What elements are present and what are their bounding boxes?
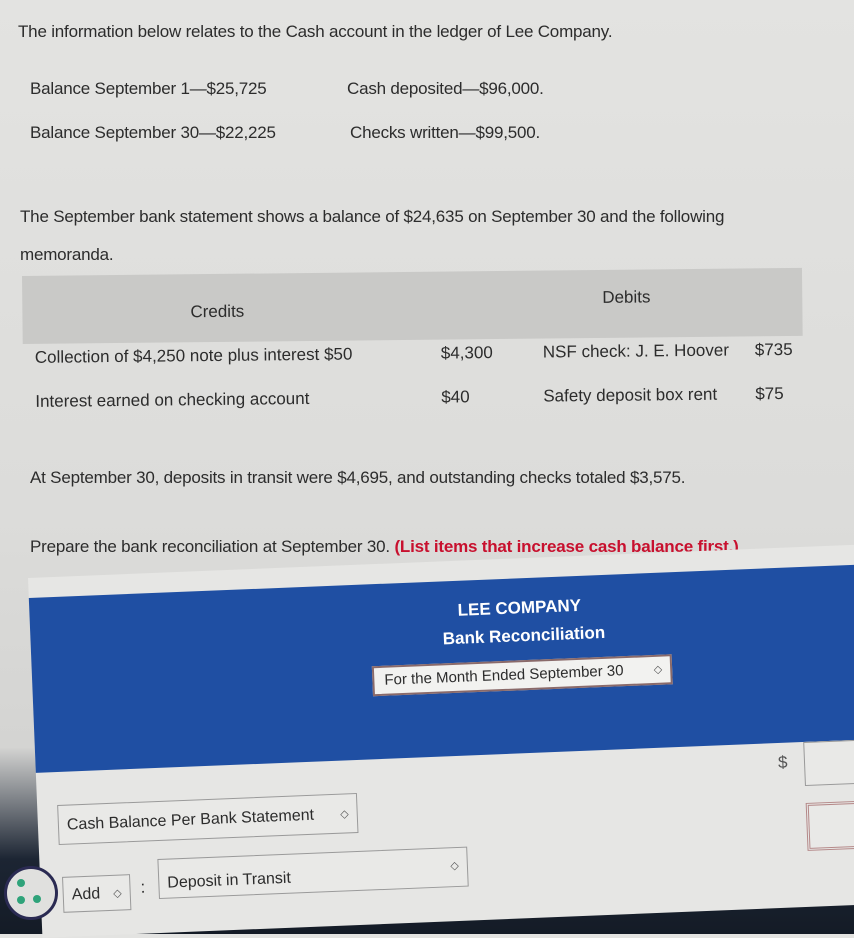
- balance-sep1: Balance September 1—$25,725: [30, 79, 267, 98]
- company-name: LEE COMPANY: [457, 595, 582, 620]
- credit-amount: $40: [441, 387, 470, 407]
- period-select-value: For the Month Ended September 30: [384, 662, 624, 689]
- currency-symbol: $: [777, 752, 788, 773]
- credits-header: Credits: [190, 301, 245, 322]
- credit-desc: Collection of $4,250 note plus interest …: [34, 344, 353, 367]
- form-header: LEE COMPANY Bank Reconciliation For the …: [28, 563, 854, 773]
- add-less-select-value: Add: [71, 885, 101, 904]
- adjustment-amount-input[interactable]: [805, 799, 854, 851]
- add-less-select[interactable]: Add ◇: [62, 874, 132, 913]
- balance-sep30: Balance September 30—$22,225: [30, 123, 276, 142]
- statement-text: The September bank statement shows a bal…: [20, 207, 725, 226]
- bank-balance-amount-input[interactable]: [803, 738, 854, 786]
- debit-amount: $735: [754, 339, 793, 360]
- credit-amount: $4,300: [440, 343, 493, 363]
- checks-written: Checks written—$99,500.: [350, 123, 541, 142]
- bank-balance-select-value: Cash Balance Per Bank Statement: [66, 806, 315, 834]
- updown-chevron-icon: ◇: [340, 808, 349, 821]
- debits-header: Debits: [602, 287, 651, 307]
- cookie-dot: [17, 896, 25, 904]
- reconciliation-form: LEE COMPANY Bank Reconciliation For the …: [28, 543, 854, 938]
- credit-desc: Interest earned on checking account: [35, 388, 310, 411]
- memoranda-table: Credits Debits Collection of $4,250 note…: [22, 267, 804, 436]
- transit-text: At September 30, deposits in transit wer…: [30, 468, 686, 487]
- updown-chevron-icon: ◇: [653, 663, 663, 676]
- updown-chevron-icon: ◇: [113, 887, 122, 900]
- colon-separator: :: [140, 877, 146, 897]
- period-select[interactable]: For the Month Ended September 30 ◇: [371, 654, 673, 697]
- item-select-value: Deposit in Transit: [167, 869, 292, 892]
- bank-balance-select[interactable]: Cash Balance Per Bank Statement ◇: [57, 792, 359, 845]
- item-select[interactable]: Deposit in Transit ◇: [157, 846, 469, 900]
- cash-deposited: Cash deposited—$96,000.: [347, 79, 544, 98]
- updown-chevron-icon: ◇: [450, 859, 460, 873]
- cookie-icon[interactable]: [4, 866, 58, 920]
- debit-amount: $75: [755, 384, 784, 404]
- cookie-dot: [17, 879, 25, 887]
- memoranda-header: Credits Debits: [22, 267, 803, 344]
- cookie-dot: [33, 895, 41, 903]
- problem-intro: The information below relates to the Cas…: [18, 22, 613, 41]
- debit-desc: Safety deposit box rent: [543, 384, 718, 406]
- statement-text-cont: memoranda.: [20, 245, 114, 264]
- instruction-main: Prepare the bank reconciliation at Septe…: [30, 537, 390, 556]
- report-title: Bank Reconciliation: [442, 622, 606, 649]
- debit-desc: NSF check: J. E. Hoover: [542, 340, 730, 362]
